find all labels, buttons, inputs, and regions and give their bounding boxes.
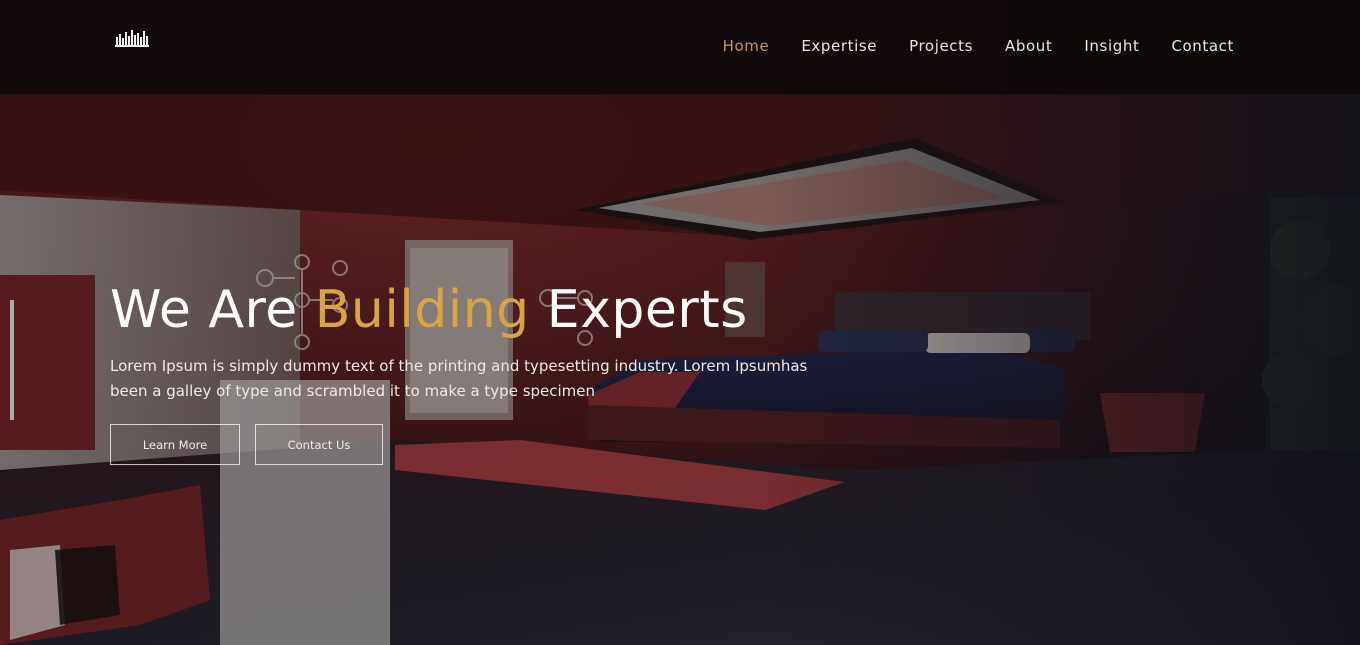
city-skyline-icon[interactable] [114, 28, 152, 50]
learn-more-button[interactable]: Learn More [110, 424, 240, 465]
nav-expertise[interactable]: Expertise [801, 36, 877, 56]
hero-title: We Are Building Experts [110, 278, 870, 342]
contact-us-button[interactable]: Contact Us [255, 424, 383, 465]
hero-title-accent: Building [314, 280, 530, 340]
hero-subtitle: Lorem Ipsum is simply dummy text of the … [110, 357, 808, 400]
hero-title-part2: Experts [529, 280, 748, 340]
nav-projects[interactable]: Projects [909, 36, 973, 56]
nav-home[interactable]: Home [723, 36, 770, 56]
hero-title-part1: We Are [110, 280, 315, 340]
landing-page: Home Expertise Projects About Insight Co… [0, 0, 1360, 645]
hero-buttons: Learn More Contact Us [110, 424, 870, 465]
main-nav: Home Expertise Projects About Insight Co… [691, 36, 1234, 56]
nav-insight[interactable]: Insight [1084, 36, 1139, 56]
nav-contact[interactable]: Contact [1171, 36, 1234, 56]
site-header: Home Expertise Projects About Insight Co… [0, 0, 1360, 95]
hero-section: We Are Building Experts Lorem Ipsum is s… [110, 278, 870, 465]
nav-about[interactable]: About [1005, 36, 1052, 56]
